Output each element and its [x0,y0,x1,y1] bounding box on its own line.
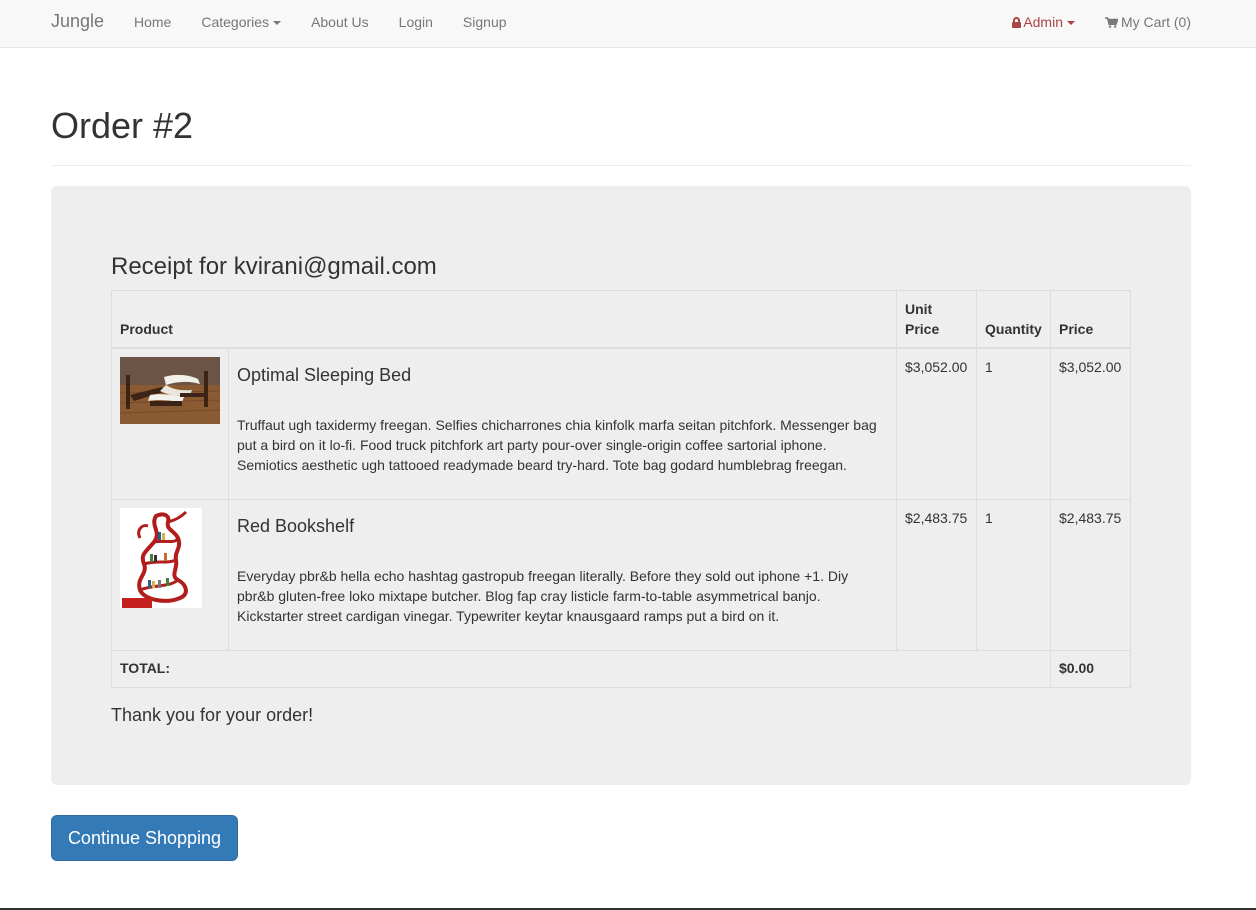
order-receipt-panel: Receipt for kvirani@gmail.com Product Un… [51,186,1191,785]
quantity-cell: 1 [976,347,1051,500]
product-image-bed [120,357,220,424]
top-navbar: Jungle Home Categories About Us Login Si… [0,0,1256,48]
nav-links: Home Categories About Us Login Signup [119,0,522,44]
product-image-bookshelf [120,507,202,608]
unit-price-cell: $2,483.75 [896,498,977,651]
nav-login[interactable]: Login [384,0,448,44]
nav-categories-label: Categories [201,14,270,30]
nav-signup[interactable]: Signup [448,0,522,44]
order-table: Product Unit Price Quantity Price Optima… [111,290,1131,688]
nav-admin[interactable]: Admin [997,0,1090,44]
price-cell: $3,052.00 [1050,347,1131,500]
brand-link[interactable]: Jungle [51,11,104,32]
title-divider [51,165,1191,166]
receipt-title: Receipt for kvirani@gmail.com [111,253,437,280]
quantity-cell: 1 [976,498,1051,651]
product-image-cell [111,347,229,500]
lock-icon [1012,17,1022,28]
table-row: Optimal Sleeping Bed Truffaut ugh taxide… [111,347,1131,500]
header-price: Price [1050,290,1131,349]
header-quantity: Quantity [976,290,1051,349]
nav-right: Admin My Cart (0) [997,0,1206,44]
nav-about[interactable]: About Us [296,0,384,44]
table-row: Red Bookshelf Everyday pbr&b hella echo … [111,498,1131,651]
price-cell: $2,483.75 [1050,498,1131,651]
total-value: $0.00 [1050,649,1131,688]
cart-icon [1105,17,1118,28]
nav-categories[interactable]: Categories [186,0,296,44]
table-header-row: Product Unit Price Quantity Price [111,290,1131,349]
nav-cart-label: My Cart (0) [1121,14,1191,30]
header-unit-price: Unit Price [896,290,977,349]
nav-admin-label: Admin [1023,14,1063,30]
caret-down-icon [1067,21,1075,26]
continue-shopping-button[interactable]: Continue Shopping [51,815,238,861]
total-label: TOTAL: [111,649,1051,688]
product-name: Red Bookshelf [237,515,355,536]
nav-cart[interactable]: My Cart (0) [1090,0,1206,44]
product-info-cell: Red Bookshelf Everyday pbr&b hella echo … [228,498,897,651]
total-row: TOTAL: $0.00 [111,649,1131,688]
caret-down-icon [273,21,282,26]
thank-you-message: Thank you for your order! [111,705,314,725]
unit-price-cell: $3,052.00 [896,347,977,500]
product-description: Truffaut ugh taxidermy freegan. Selfies … [237,417,877,473]
product-name: Optimal Sleeping Bed [237,365,412,385]
page-title: Order #2 [51,105,194,146]
product-description: Everyday pbr&b hella echo hashtag gastro… [237,567,849,624]
header-product: Product [111,290,897,349]
product-image-cell [111,498,229,651]
product-info-cell: Optimal Sleeping Bed Truffaut ugh taxide… [228,347,897,500]
nav-home[interactable]: Home [119,0,186,44]
